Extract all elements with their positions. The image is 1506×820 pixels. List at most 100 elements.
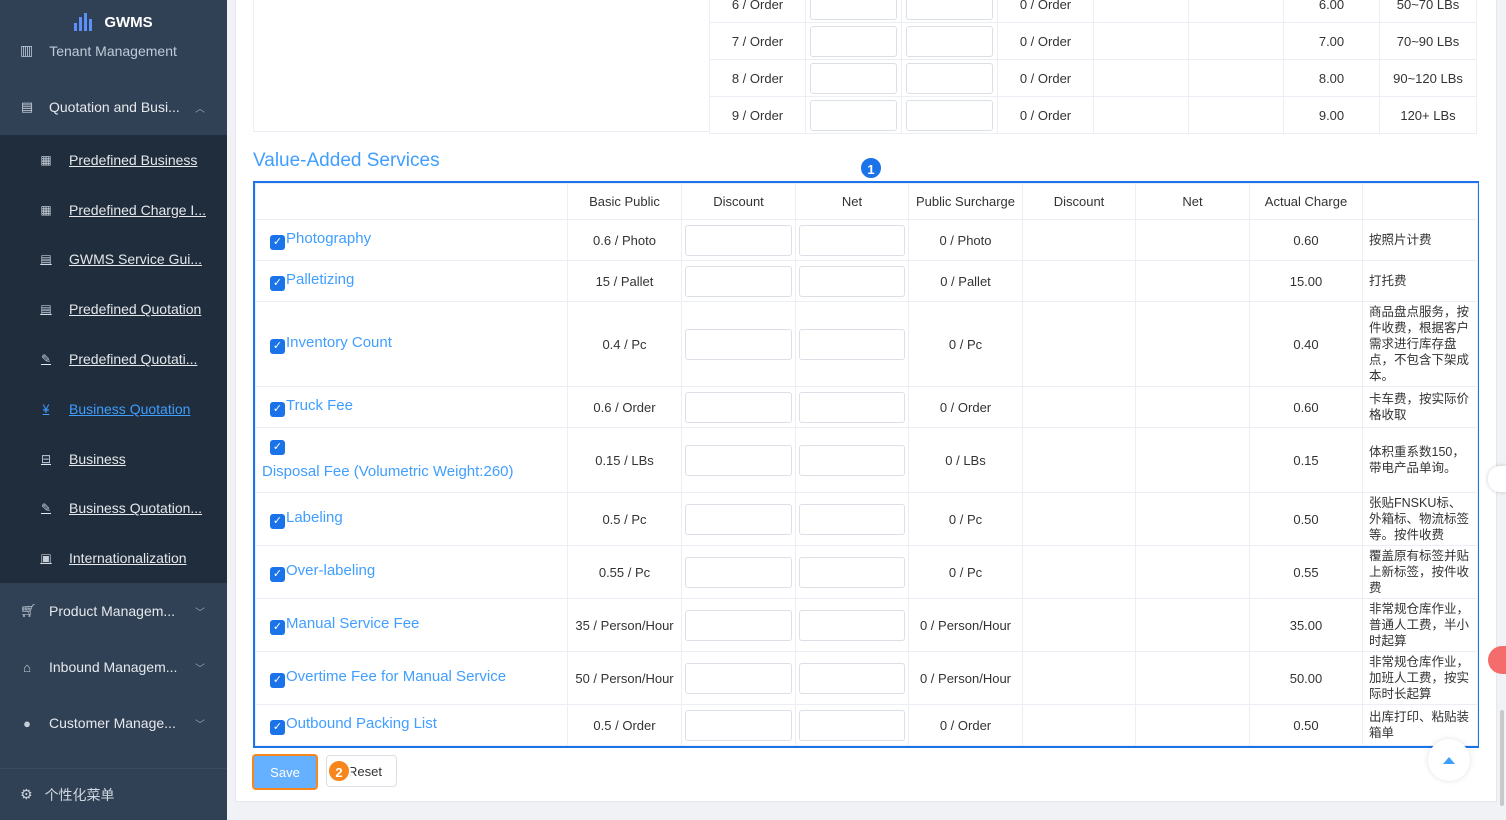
sidebar-group-customer[interactable]: ● Customer Manage... ﹀ [0,695,227,751]
note-cell: 按照片计费 [1362,219,1478,261]
discount-cell [1022,704,1136,746]
net-cell [1135,386,1250,428]
net-input[interactable] [799,709,905,741]
table-row: 6 / Order 0 / Order 6.00 50~70 LBs [709,0,1477,23]
discount-input[interactable] [685,391,792,423]
actual-charge-cell: 35.00 [1249,598,1363,652]
service-checkbox[interactable]: ✓ [270,339,285,354]
discount-input[interactable] [685,265,792,297]
sidebar-group-label: Quotation and Busi... [49,99,180,115]
discount-cell [1022,492,1136,546]
discount-input[interactable] [685,328,792,360]
net-input[interactable] [906,62,993,94]
net-cell [1135,598,1250,652]
net-cell [1135,492,1250,546]
service-checkbox[interactable]: ✓ [270,514,285,529]
sidebar-group-quotation[interactable]: ▤ Quotation and Busi... ︿ [0,79,227,135]
save-button[interactable]: Save [252,754,318,790]
net-input[interactable] [906,0,993,20]
sidebar-item-business-quotation-2[interactable]: ✎ Business Quotation... [0,484,227,534]
table-row: 9 / Order 0 / Order 9.00 120+ LBs [709,96,1477,134]
service-name: Outbound Packing List [286,715,437,732]
public-surcharge-cell: 0 / Person/Hour [908,651,1023,705]
basic-public-cell: 8 / Order [709,59,806,97]
discount-input[interactable] [685,224,792,256]
net-input[interactable] [799,224,905,256]
sidebar-group-product[interactable]: 🛒︎ Product Managem... ﹀ [0,583,227,639]
discount-input[interactable] [810,0,897,20]
basic-public-cell: 50 / Person/Hour [567,651,682,705]
note-cell: 50~70 LBs [1379,0,1477,23]
note-cell: 非常规仓库作业，加班人工费，按实际时长起算 [1362,651,1478,705]
table-row: ✓ Overtime Fee for Manual Service 50 / Per… [255,651,1478,705]
net-cell [1135,651,1250,705]
discount-input[interactable] [685,662,792,694]
actual-charge-cell: 0.60 [1249,219,1363,261]
discount-input[interactable] [685,609,792,641]
column-header: Net [795,183,909,220]
service-checkbox[interactable]: ✓ [270,673,285,688]
sidebar-item-gwms-service-guide[interactable]: ▤ GWMS Service Gui... [0,235,227,285]
net-input[interactable] [906,99,993,131]
net-input[interactable] [799,265,905,297]
discount-cell [1022,301,1136,387]
net-input[interactable] [799,503,905,535]
sidebar-item-predefined-business[interactable]: ▦ Predefined Business [0,135,227,185]
service-checkbox[interactable]: ✓ [270,440,285,455]
discount-cell [1093,22,1189,60]
column-header [1362,183,1478,220]
service-name: Over-labeling [286,562,376,579]
sidebar-item-predefined-quotation-2[interactable]: ✎ Predefined Quotati... [0,334,227,384]
service-checkbox[interactable]: ✓ [270,567,285,582]
basic-public-cell: 0.5 / Order [567,704,682,746]
note-cell: 卡车费，按实际价格收取 [1362,386,1478,428]
discount-input[interactable] [685,444,792,476]
discount-input[interactable] [810,62,897,94]
public-surcharge-cell: 0 / Photo [908,219,1023,261]
sidebar-item-predefined-quotation[interactable]: ▤ Predefined Quotation [0,284,227,334]
net-input[interactable] [799,444,905,476]
discount-input[interactable] [685,503,792,535]
discount-input[interactable] [810,99,897,131]
service-checkbox[interactable]: ✓ [270,620,285,635]
net-input[interactable] [799,662,905,694]
sidebar-group-inbound[interactable]: ⌂ Inbound Managem... ﹀ [0,639,227,695]
scrollbar[interactable] [1500,710,1504,806]
discount-input[interactable] [810,25,897,57]
net-cell [1188,59,1284,97]
service-name: Truck Fee [286,397,353,414]
app-logo[interactable]: GWMS [0,0,227,44]
net-cell [1188,96,1284,134]
actual-charge-cell: 9.00 [1283,96,1380,134]
arrow-up-icon [1443,756,1455,764]
sidebar-item-business[interactable]: ⊟ Business [0,434,227,484]
sidebar-item-internationalization[interactable]: ▣ Internationalization [0,533,227,583]
public-surcharge-cell: 0 / LBs [908,427,1023,493]
column-header: Actual Charge [1249,183,1363,220]
vas-table: Basic Public Discount Net Public Surcharge D… [255,183,1478,746]
net-input[interactable] [799,328,905,360]
back-to-top-button[interactable] [1428,739,1470,781]
sidebar-item-business-quotation[interactable]: ¥ Business Quotation [0,384,227,434]
service-checkbox[interactable]: ✓ [270,276,285,291]
discount-input[interactable] [685,709,792,741]
basic-public-cell: 9 / Order [709,96,806,134]
user-icon: ● [23,715,31,731]
service-checkbox[interactable]: ✓ [270,720,285,735]
floating-widget[interactable] [1488,466,1506,492]
briefcase-icon: ⊟ [40,451,52,466]
chevron-down-icon: ﹀ [195,663,205,675]
cart-icon: 🛒︎ [20,603,37,618]
net-input[interactable] [799,391,905,423]
net-cell [1135,545,1250,599]
service-checkbox[interactable]: ✓ [270,235,285,250]
net-input[interactable] [906,25,993,57]
column-header: Discount [681,183,796,220]
service-checkbox[interactable]: ✓ [270,402,285,417]
discount-input[interactable] [685,556,792,588]
net-input[interactable] [799,556,905,588]
net-input[interactable] [799,609,905,641]
home-icon: ⌂ [23,659,31,675]
personalized-menu[interactable]: ⚙ 个性化菜单 [0,768,227,820]
sidebar-item-predefined-charge[interactable]: ▦ Predefined Charge I... [0,185,227,235]
